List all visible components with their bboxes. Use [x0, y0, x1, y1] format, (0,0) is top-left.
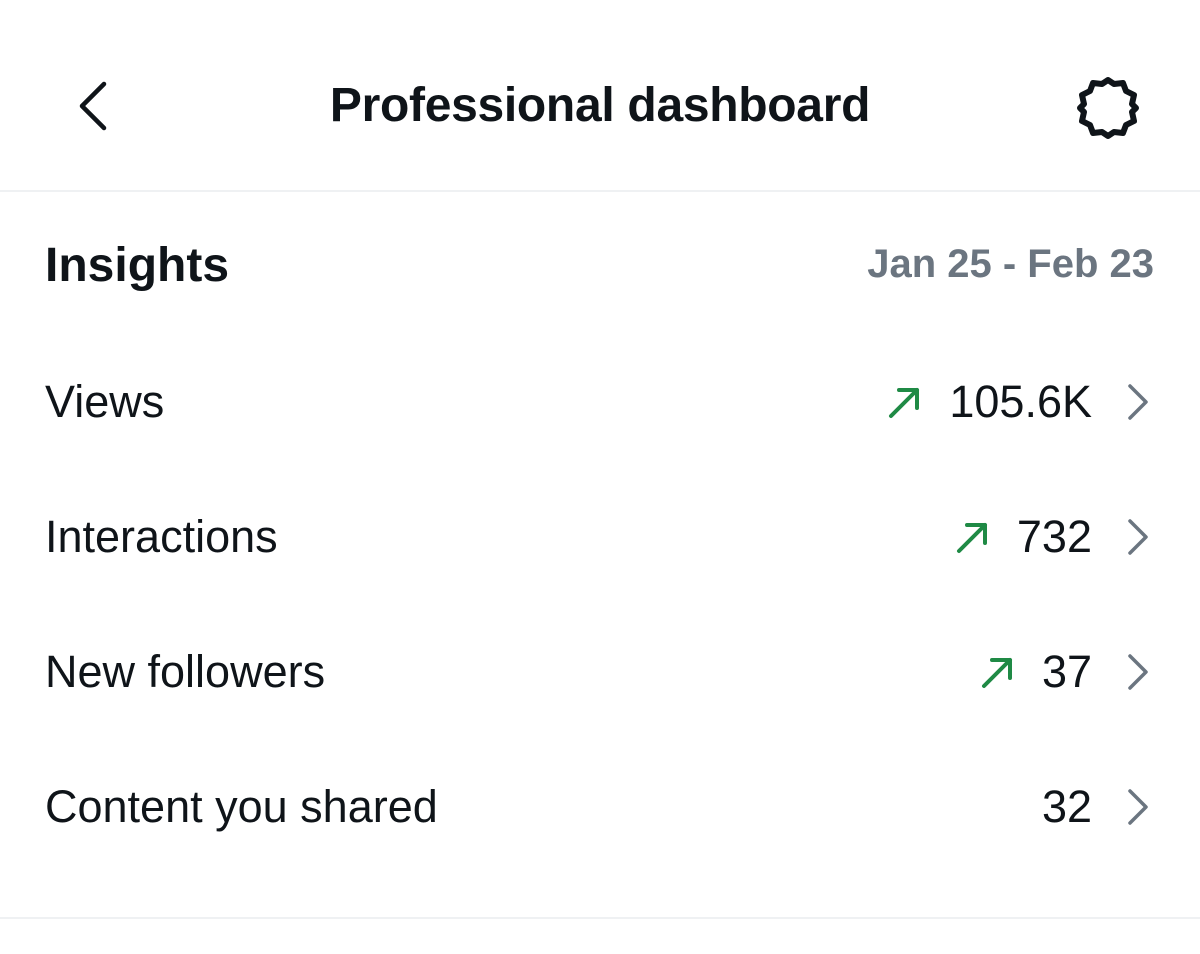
metric-label: New followers	[45, 646, 326, 697]
insights-title: Insights	[45, 239, 230, 292]
trend-up-icon	[978, 652, 1018, 692]
page-title: Professional dashboard	[329, 79, 871, 132]
section-divider	[0, 917, 1200, 919]
metric-value-group: 32	[1042, 777, 1152, 837]
metric-value-group: 105.6K	[885, 372, 1152, 432]
metric-value-group: 732	[953, 507, 1152, 567]
metric-label: Content you shared	[45, 781, 438, 832]
chevron-right-icon	[1122, 380, 1152, 424]
metric-value: 105.6K	[949, 376, 1092, 427]
insights-header: Insights Jan 25 - Feb 23	[0, 194, 1200, 334]
chevron-right-icon	[1122, 785, 1152, 829]
metric-row-interactions[interactable]: Interactions 732	[0, 471, 1200, 605]
trend-up-icon	[953, 517, 993, 557]
chevron-right-icon	[1122, 515, 1152, 559]
metric-label: Interactions	[45, 511, 278, 562]
metric-value: 32	[1041, 781, 1092, 832]
metric-value: 732	[1016, 511, 1092, 562]
metric-row-views[interactable]: Views 105.6K	[0, 336, 1200, 470]
metric-row-new-followers[interactable]: New followers 37	[0, 606, 1200, 740]
metric-row-content-shared[interactable]: Content you shared 32	[0, 741, 1200, 875]
settings-button[interactable]	[1068, 70, 1148, 146]
trend-up-icon	[885, 382, 925, 422]
chevron-right-icon	[1122, 650, 1152, 694]
metric-value-group: 37	[978, 642, 1152, 702]
gear-icon	[1077, 77, 1139, 139]
metric-label: Views	[45, 376, 165, 427]
metric-value: 37	[1041, 646, 1092, 697]
date-range-selector[interactable]: Jan 25 - Feb 23	[867, 238, 1154, 290]
top-app-bar: Professional dashboard	[0, 0, 1200, 192]
